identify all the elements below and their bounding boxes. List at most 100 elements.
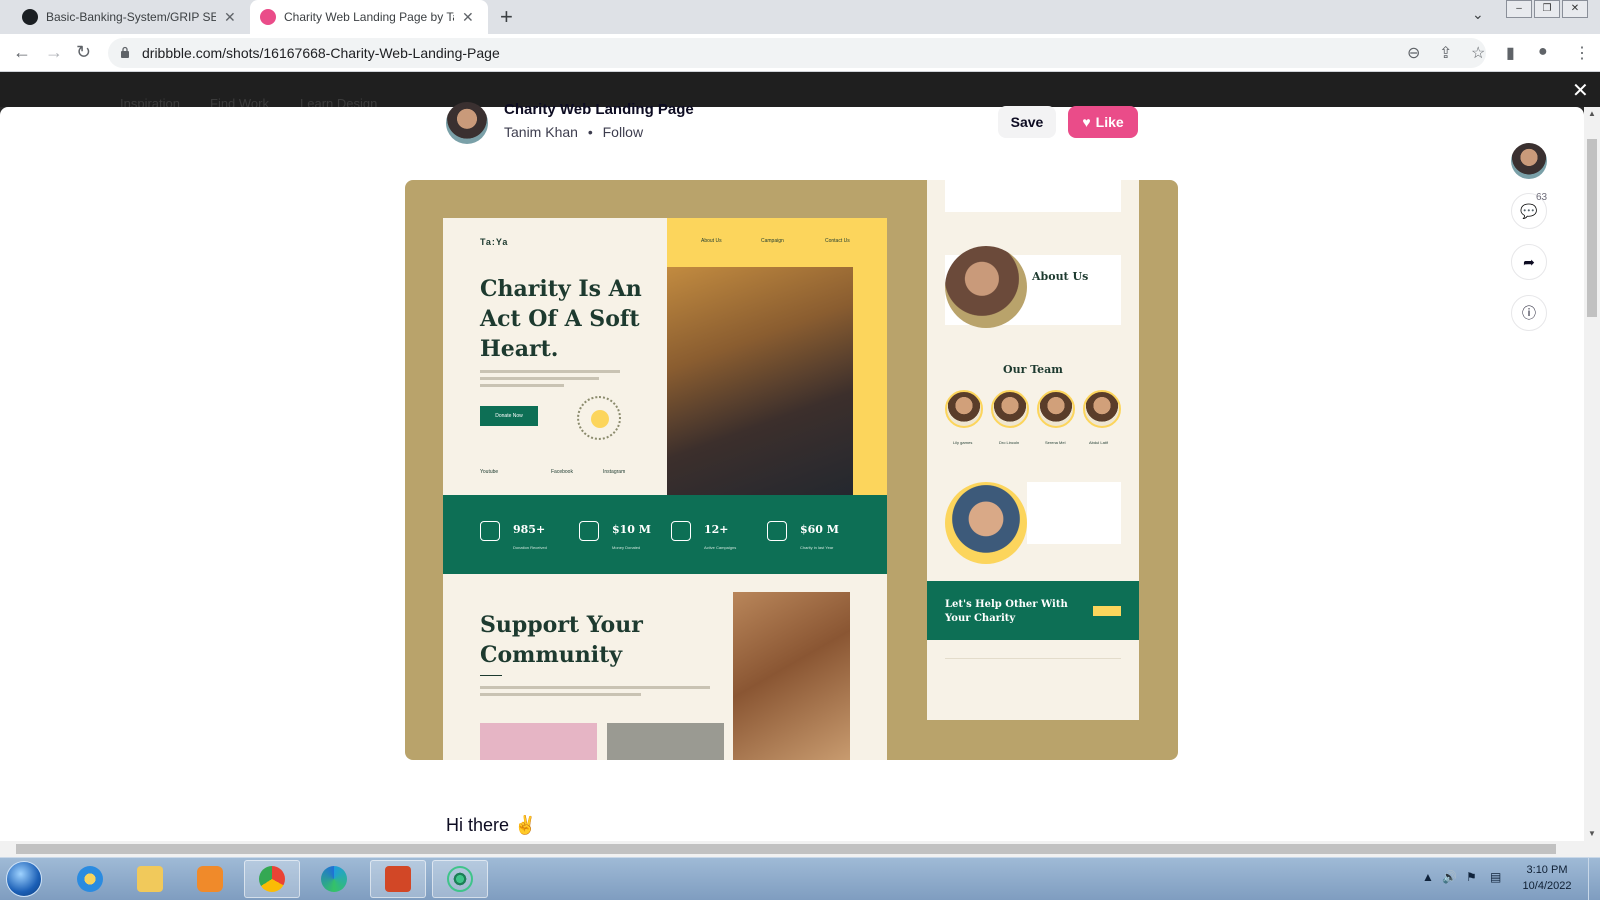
- save-button[interactable]: Save: [998, 106, 1056, 138]
- mockup-team-member: [945, 390, 983, 428]
- mockup-stat: 985+ Donation Received: [513, 523, 547, 550]
- scroll-up-icon[interactable]: ▲: [1588, 109, 1596, 118]
- powerpoint-icon[interactable]: [370, 860, 426, 898]
- atom-icon[interactable]: [432, 860, 488, 898]
- forward-button[interactable]: →: [45, 42, 63, 63]
- zoom-icon[interactable]: ⊖: [1407, 43, 1420, 63]
- mockup-logo: Ta:Ya: [480, 237, 509, 247]
- side-author-avatar[interactable]: [1511, 143, 1547, 179]
- new-tab-button[interactable]: +: [500, 4, 513, 30]
- clock-time: 3:10 PM: [1526, 864, 1568, 876]
- system-clock[interactable]: 3:10 PM 10/4/2022: [1512, 862, 1582, 894]
- back-button[interactable]: ←: [13, 42, 31, 63]
- mockup-pink-photo: [480, 723, 597, 760]
- scroll-thumb[interactable]: [16, 844, 1556, 854]
- share-button[interactable]: ➦: [1511, 244, 1547, 280]
- show-desktop-button[interactable]: [1588, 858, 1600, 900]
- share-arrow-icon: ➦: [1523, 253, 1535, 270]
- author-line: Tanim Khan • Follow: [504, 124, 649, 140]
- scroll-thumb[interactable]: [1587, 139, 1597, 317]
- internet-explorer-icon[interactable]: [62, 860, 118, 898]
- mockup-social-link: Youtube: [480, 469, 499, 475]
- close-tab-icon[interactable]: ✕: [224, 9, 236, 26]
- volume-icon[interactable]: 🔊: [1442, 870, 1457, 884]
- mockup-team-name: Serena Mel: [1045, 440, 1066, 445]
- mockup-plant-photo: [607, 723, 724, 760]
- tab-search-icon[interactable]: ⌄: [1472, 6, 1484, 23]
- horizontal-scrollbar[interactable]: [0, 841, 1600, 857]
- shot-title: Charity Web Landing Page: [504, 101, 694, 118]
- mockup-hero-subtext: [480, 370, 620, 392]
- reload-button[interactable]: ↻: [76, 42, 91, 63]
- tab-github[interactable]: Basic-Banking-System/GRIP SEP ✕: [12, 0, 246, 34]
- show-hidden-icons[interactable]: ▲: [1422, 870, 1434, 884]
- shot-image[interactable]: Ta:Ya About Us Campaign Contact Us Chari…: [405, 180, 1178, 760]
- mockup-testimonial-card: [1027, 482, 1121, 544]
- file-explorer-icon[interactable]: [122, 860, 178, 898]
- mockup-support-title: Support Your Community: [480, 612, 643, 668]
- mockup-team-title: Our Team: [1003, 363, 1063, 376]
- author-avatar[interactable]: [446, 102, 488, 144]
- like-label: Like: [1095, 114, 1124, 130]
- mockup-side-page: About Us Our Team Lily garnes Dro Lincol…: [927, 180, 1139, 720]
- mockup-bottle-photo: [733, 592, 850, 760]
- share-icon[interactable]: ⇪: [1439, 43, 1452, 63]
- restore-button[interactable]: ❐: [1534, 0, 1560, 18]
- mockup-about-photo: [945, 246, 1027, 328]
- mockup-team-member: [1083, 390, 1121, 428]
- close-tab-icon[interactable]: ✕: [462, 9, 474, 26]
- mockup-nav-item: Campaign: [761, 238, 784, 244]
- mockup-donate-button: Donate Now: [480, 406, 538, 426]
- mockup-social-link: Instagram: [603, 469, 626, 475]
- minimize-button[interactable]: –: [1506, 0, 1532, 18]
- action-center-flag-icon[interactable]: ⚑: [1466, 870, 1477, 884]
- close-window-button[interactable]: ✕: [1562, 0, 1588, 18]
- clock-date: 10/4/2022: [1522, 880, 1572, 892]
- browser-menu-icon[interactable]: ⋮: [1574, 43, 1590, 63]
- mockup-stat: $10 M Money Donated: [612, 523, 651, 550]
- author-name[interactable]: Tanim Khan: [504, 124, 578, 140]
- window-controls: – ❐ ✕: [1504, 0, 1588, 18]
- profile-icon[interactable]: ●: [1538, 43, 1548, 61]
- mockup-team-member: [991, 390, 1029, 428]
- comment-icon: 💬: [1520, 202, 1538, 219]
- mockup-hero-photo: [667, 267, 853, 495]
- mockup-cta-button: [1093, 606, 1121, 616]
- media-player-icon[interactable]: [182, 860, 238, 898]
- mockup-support-text: [480, 686, 710, 700]
- heart-icon: ♥: [1082, 114, 1091, 130]
- mockup-stat: 12+ Active Campaigns: [704, 523, 737, 550]
- play-icon: [591, 410, 609, 428]
- vertical-scrollbar[interactable]: ▲ ▼: [1584, 107, 1600, 841]
- mockup-social-link: Facebook: [551, 469, 573, 475]
- url-text: dribbble.com/shots/16167668-Charity-Web-…: [142, 45, 500, 61]
- mockup-hero-title: Charity Is An Act Of A Soft Heart.: [480, 276, 642, 362]
- follow-link[interactable]: Follow: [603, 124, 643, 140]
- mockup-campaign-cards: [945, 180, 1121, 212]
- mockup-cta-banner: Let's Help Other With Your Charity: [927, 581, 1139, 640]
- network-icon[interactable]: ▤: [1490, 870, 1501, 884]
- like-button[interactable]: ♥ Like: [1068, 106, 1138, 138]
- close-modal-button[interactable]: ✕: [1572, 78, 1589, 103]
- scroll-down-icon[interactable]: ▼: [1588, 829, 1596, 838]
- start-button[interactable]: [6, 861, 42, 897]
- info-button[interactable]: ⓘ: [1511, 295, 1547, 331]
- tab-dribbble[interactable]: Charity Web Landing Page by Ta ✕: [250, 0, 488, 34]
- mockup-about-title: About Us: [1032, 270, 1089, 283]
- mockup-team-name: Abdul Latif: [1089, 440, 1108, 445]
- mockup-cta-text: Let's Help Other With Your Charity: [945, 599, 1068, 624]
- gift-icon: [579, 521, 599, 541]
- edge-icon[interactable]: [306, 860, 362, 898]
- github-icon: [22, 9, 38, 25]
- mockup-team-name: Lily garnes: [953, 440, 973, 445]
- address-bar[interactable]: dribbble.com/shots/16167668-Charity-Web-…: [108, 38, 1486, 68]
- info-icon: ⓘ: [1522, 305, 1536, 321]
- chrome-icon[interactable]: [244, 860, 300, 898]
- side-panel-icon[interactable]: ▮: [1506, 43, 1515, 63]
- mockup-footer: [945, 658, 1121, 698]
- separator-dot: •: [587, 124, 593, 140]
- comments-count: 63: [1536, 192, 1548, 203]
- lock-icon: [121, 46, 129, 58]
- bookmark-star-icon[interactable]: ☆: [1471, 43, 1485, 63]
- mockup-testimonial-photo: [945, 482, 1027, 564]
